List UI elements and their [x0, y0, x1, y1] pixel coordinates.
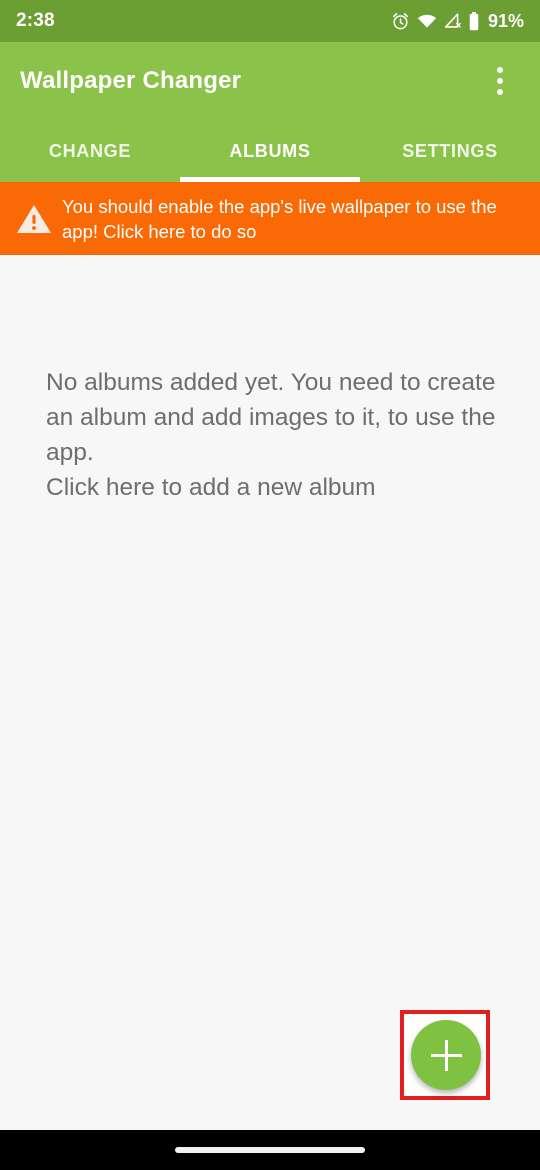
empty-albums-message[interactable]: No albums added yet. You need to create … [46, 365, 501, 505]
phone-screen: 2:38 91% Wallpaper Changer CHANGE ALBUMS… [0, 0, 540, 1170]
tab-change-label: CHANGE [48, 140, 132, 161]
app-bar: Wallpaper Changer [0, 42, 540, 120]
add-album-hint-link[interactable]: Click here to add a new album [46, 470, 501, 505]
tab-albums[interactable]: ALBUMS [180, 120, 360, 182]
warning-triangle-icon [12, 203, 56, 235]
system-navigation-bar [0, 1130, 540, 1170]
alarm-icon [392, 12, 408, 29]
wifi-icon [417, 14, 437, 28]
status-bar-clock: 2:38 [16, 10, 55, 31]
battery-percent-label: 91% [487, 10, 524, 31]
status-bar-icons: 91% [391, 11, 524, 32]
tab-bar: CHANGE ALBUMS SETTINGS [0, 120, 540, 182]
albums-content-area: No albums added yet. You need to create … [0, 255, 540, 1130]
tab-settings[interactable]: SETTINGS [360, 120, 540, 182]
tab-change[interactable]: CHANGE [0, 120, 180, 182]
overflow-menu-icon[interactable] [480, 57, 520, 105]
cellular-no-signal-icon [444, 13, 461, 28]
warning-banner-text: You should enable the app's live wallpap… [62, 195, 497, 242]
gesture-pill[interactable] [175, 1147, 365, 1153]
plus-icon-vertical [444, 1039, 448, 1071]
battery-icon [469, 11, 479, 30]
status-bar: 2:38 91% [0, 0, 540, 42]
overflow-dot [497, 67, 503, 73]
page-title: Wallpaper Changer [20, 67, 242, 94]
overflow-dot [497, 78, 503, 84]
add-album-fab[interactable] [411, 1020, 481, 1090]
overflow-dot [497, 89, 503, 95]
empty-albums-description: No albums added yet. You need to create … [46, 369, 496, 466]
tab-albums-label: ALBUMS [229, 140, 311, 161]
tab-settings-label: SETTINGS [402, 140, 498, 161]
live-wallpaper-warning-banner[interactable]: You should enable the app's live wallpap… [0, 182, 540, 255]
